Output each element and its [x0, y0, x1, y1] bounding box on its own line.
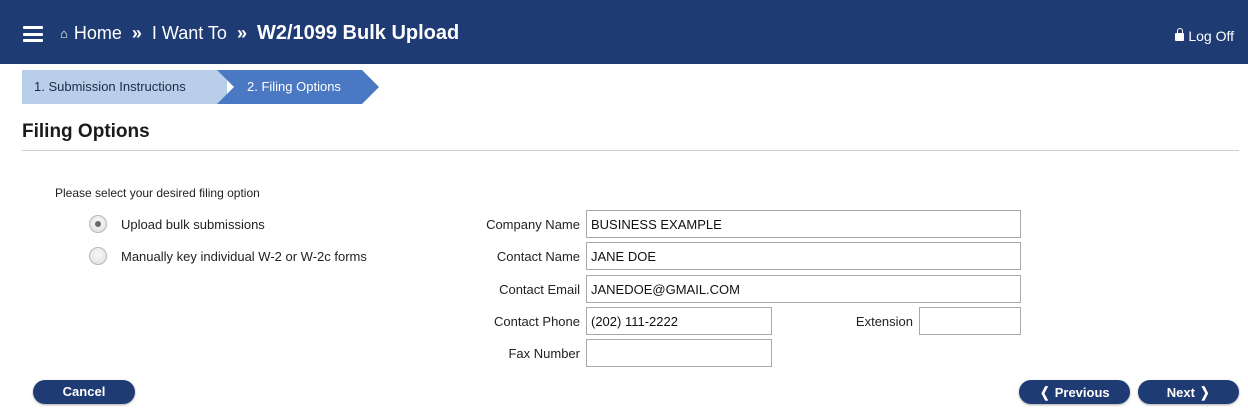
breadcrumb-current-page: W2/1099 Bulk Upload — [256, 22, 460, 44]
next-button[interactable]: Next ❯ — [1138, 380, 1239, 404]
company-name-field[interactable] — [586, 210, 1021, 238]
previous-button-label: Previous — [1054, 385, 1110, 400]
company-name-label: Company Name — [486, 217, 580, 232]
log-off-label: Log Off — [1188, 28, 1234, 44]
breadcrumb-separator: » — [236, 23, 247, 43]
step-filing-options[interactable]: 2. Filing Options — [217, 70, 379, 104]
top-navigation-bar: ⌂ Home » I Want To » W2/1099 Bulk Upload… — [0, 0, 1248, 64]
breadcrumb-separator: » — [131, 23, 142, 43]
chevron-left-icon: ❮ — [1040, 384, 1050, 400]
page-title: Filing Options — [22, 121, 150, 142]
contact-email-label: Contact Email — [499, 282, 580, 297]
option-upload-bulk[interactable]: Upload bulk submissions — [89, 215, 265, 233]
contact-name-label: Contact Name — [496, 249, 580, 264]
next-button-label: Next — [1166, 385, 1195, 400]
title-divider — [22, 150, 1239, 151]
filing-option-prompt: Please select your desired filing option — [55, 186, 260, 200]
breadcrumb: ⌂ Home » I Want To » W2/1099 Bulk Upload — [60, 22, 459, 45]
cancel-button-label: Cancel — [62, 384, 106, 399]
option-manual-key[interactable]: Manually key individual W-2 or W-2c form… — [89, 247, 367, 265]
contact-phone-label: Contact Phone — [493, 314, 580, 329]
fax-number-label: Fax Number — [508, 346, 580, 361]
menu-icon[interactable] — [23, 26, 43, 42]
radio-manual-key[interactable] — [89, 247, 107, 265]
contact-name-field[interactable] — [586, 242, 1021, 270]
option-upload-bulk-label: Upload bulk submissions — [121, 216, 265, 232]
breadcrumb-home-link[interactable]: Home — [74, 23, 122, 44]
log-off-link[interactable]: Log Off — [1175, 28, 1234, 44]
previous-button[interactable]: ❮ Previous — [1019, 380, 1130, 404]
breadcrumb-i-want-to-link[interactable]: I Want To — [152, 23, 227, 44]
radio-upload-bulk[interactable] — [89, 215, 107, 233]
home-icon[interactable]: ⌂ — [60, 26, 68, 41]
extension-field[interactable] — [919, 307, 1021, 335]
extension-label: Extension — [855, 314, 913, 329]
option-manual-key-label: Manually key individual W-2 or W-2c form… — [121, 248, 367, 264]
fax-number-field[interactable] — [586, 339, 772, 367]
cancel-button[interactable]: Cancel — [33, 380, 135, 404]
chevron-right-icon: ❯ — [1199, 384, 1210, 400]
contact-phone-field[interactable] — [586, 307, 772, 335]
lock-icon — [1175, 28, 1185, 41]
step-submission-instructions[interactable]: 1. Submission Instructions — [22, 70, 227, 104]
contact-email-field[interactable] — [586, 275, 1021, 303]
